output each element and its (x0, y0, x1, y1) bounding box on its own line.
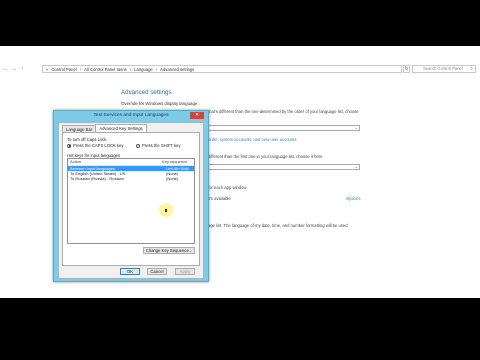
tab-strip: Language Bar Advanced Key Settings (62, 124, 147, 132)
breadcrumb-language[interactable]: Language (134, 67, 153, 72)
options-link[interactable]: Options (346, 196, 360, 201)
breadcrumb-separator: › (129, 66, 132, 72)
description-text: that's different than the one determined… (208, 109, 359, 114)
close-button[interactable]: ✕ (190, 112, 204, 119)
radio-shift-option[interactable]: Press the SHIFT key (136, 143, 181, 148)
radio-capslock-option[interactable]: Press the CAPS LOCK key (67, 143, 124, 148)
tab-language-bar[interactable]: Language Bar (62, 125, 97, 132)
table-header: Action Key sequence (68, 159, 194, 166)
tab-panel: To turn off Caps Lock Press the CAPS LOC… (62, 132, 200, 266)
column-header-action: Action (70, 159, 82, 164)
breadcrumb-all-items[interactable]: All Control Panel Items (84, 67, 127, 72)
description-text: age list. The language of my date, time,… (208, 223, 348, 228)
change-key-sequence-button[interactable]: Change Key Sequence... (143, 247, 195, 254)
row-key: (None) (166, 176, 179, 181)
caps-lock-label: To turn off Caps Lock (67, 137, 107, 142)
breadcrumb-overflow[interactable]: « (46, 67, 48, 72)
input-method-select[interactable]: ⌄ (205, 164, 360, 170)
breadcrumb-control-panel[interactable]: Control Panel (51, 67, 76, 72)
address-bar: ← → ↑ « Control Panel › All Control Pane… (0, 64, 480, 74)
cancel-button[interactable]: Cancel (147, 268, 167, 275)
refresh-icon[interactable]: ↻ (403, 65, 410, 73)
control-panel-window: ← → ↑ « Control Panel › All Control Pane… (0, 46, 480, 298)
back-arrow-icon[interactable]: ← (2, 65, 10, 73)
tab-advanced-key-settings[interactable]: Advanced Key Settings (95, 124, 147, 132)
chevron-down-icon: ⌄ (354, 164, 358, 169)
search-input[interactable]: Search Control Panel ⌕ (412, 65, 476, 73)
breadcrumb[interactable]: « Control Panel › All Control Panel Item… (42, 65, 402, 73)
chevron-down-icon: ⌄ (354, 125, 358, 130)
table-row[interactable]: To Russian (Russia) - Russian (None) (68, 176, 194, 181)
apply-button[interactable]: Apply (175, 268, 195, 275)
column-header-key-sequence: Key sequence (162, 159, 188, 164)
breadcrumb-advanced-settings[interactable]: Advanced settings (160, 67, 194, 72)
hotkeys-table[interactable]: Action Key sequence Between input langua… (67, 158, 195, 244)
search-icon[interactable]: ⌕ (470, 66, 473, 72)
display-language-select[interactable]: ⌄ (205, 125, 360, 131)
option-text: it's available (208, 196, 231, 201)
mouse-cursor-icon (159, 203, 173, 217)
radio-capslock[interactable] (67, 143, 71, 148)
description-text: different than the first one in your lan… (208, 154, 323, 159)
forward-arrow-icon[interactable]: → (10, 65, 18, 73)
radio-shift-label[interactable]: Press the SHIFT key (142, 143, 181, 148)
breadcrumb-separator: › (155, 66, 158, 72)
dialog-body: Language Bar Advanced Key Settings To tu… (58, 122, 204, 279)
ok-button[interactable]: OK (120, 268, 140, 275)
section-heading: Override for Windows display language (121, 101, 198, 106)
radio-shift[interactable] (136, 143, 140, 148)
page-title: Advanced settings (121, 89, 172, 96)
radio-capslock-label[interactable]: Press the CAPS LOCK key (73, 143, 124, 148)
row-action: To Russian (Russia) - Russian (70, 176, 124, 181)
apply-settings-link[interactable]: order, system accounts, and new user acc… (208, 137, 296, 142)
text-services-dialog: Text Services and Input Languages ✕ Lang… (53, 110, 209, 282)
dialog-title: Text Services and Input Languages (93, 113, 169, 118)
up-arrow-icon[interactable]: ↑ (18, 65, 26, 73)
option-text: for each app window (208, 185, 247, 190)
search-placeholder: Search Control Panel (423, 66, 463, 71)
breadcrumb-separator: › (79, 66, 82, 72)
